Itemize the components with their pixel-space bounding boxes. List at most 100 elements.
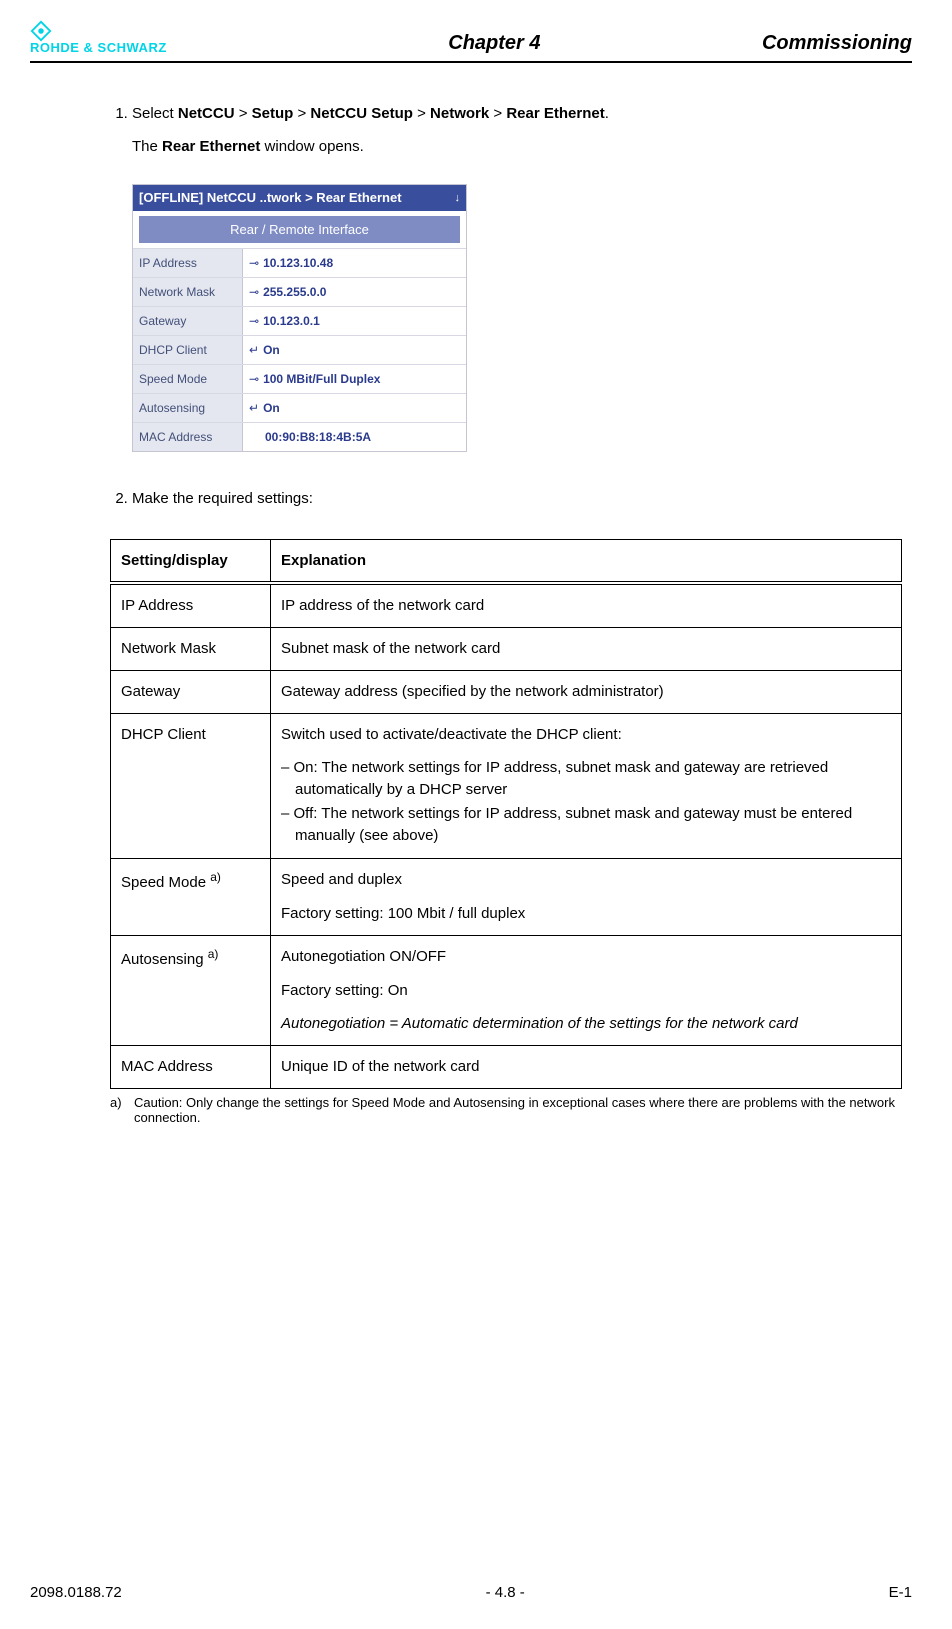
- screenshot-panel: [OFFLINE] NetCCU ..twork > Rear Ethernet…: [132, 184, 467, 452]
- dropdown-icon: ↓: [455, 190, 461, 207]
- link-icon: ⊸: [249, 372, 259, 386]
- nav-path-part: Setup: [252, 105, 294, 122]
- table-row: Speed Mode a) Speed and duplex Factory s…: [111, 859, 902, 936]
- para: Factory setting: On: [281, 980, 891, 1002]
- para-italic: Autonegotiation = Automatic determinatio…: [281, 1013, 891, 1035]
- field-label: DHCP Client: [133, 336, 243, 364]
- step-list: Select NetCCU > Setup > NetCCU Setup > N…: [110, 103, 902, 511]
- para: Autonegotiation ON/OFF: [281, 946, 891, 968]
- field-value: ↵ On: [243, 394, 466, 422]
- cell-explanation: Gateway address (specified by the networ…: [271, 670, 902, 713]
- footnote-ref: a): [210, 870, 221, 884]
- page-footer: 2098.0188.72 - 4.8 - E-1: [30, 1584, 912, 1601]
- nav-path-part: Rear Ethernet: [506, 105, 604, 122]
- field-row-dhcp: DHCP Client ↵On: [133, 335, 466, 364]
- field-label: Speed Mode: [133, 365, 243, 393]
- table-row: DHCP Client Switch used to activate/deac…: [111, 713, 902, 859]
- table-header-row: Setting/display Explanation: [111, 539, 902, 582]
- footnote-label: a): [110, 1095, 134, 1125]
- table-row: MAC Address Unique ID of the network car…: [111, 1046, 902, 1089]
- text: >: [235, 105, 252, 122]
- field-value: ⊸ 100 MBit/Full Duplex: [243, 365, 466, 393]
- link-icon: ⊸: [249, 314, 259, 328]
- logo: ROHDE & SCHWARZ: [30, 20, 167, 55]
- field-row-mask: Network Mask ⊸ 255.255.0.0: [133, 277, 466, 306]
- table-row: Network Mask Subnet mask of the network …: [111, 628, 902, 671]
- cell-setting: Gateway: [111, 670, 271, 713]
- field-row-autosensing: Autosensing ↵ On: [133, 393, 466, 422]
- cell-setting: DHCP Client: [111, 713, 271, 859]
- para: Switch used to activate/deactivate the D…: [281, 724, 891, 746]
- field-label: Network Mask: [133, 278, 243, 306]
- content: Select NetCCU > Setup > NetCCU Setup > N…: [30, 103, 912, 1125]
- field-row-ip: IP Address ⊸10.123.10.48: [133, 248, 466, 277]
- field-row-mac: MAC Address 00:90:B8:18:4B:5A: [133, 422, 466, 451]
- table-row: Autosensing a) Autonegotiation ON/OFF Fa…: [111, 935, 902, 1045]
- text: >: [489, 105, 506, 122]
- nav-path-part: NetCCU Setup: [310, 105, 413, 122]
- cell-setting: Network Mask: [111, 628, 271, 671]
- cell-explanation: Subnet mask of the network card: [271, 628, 902, 671]
- field-value: ⊸10.123.10.48: [243, 249, 466, 277]
- cell-setting: Autosensing a): [111, 935, 271, 1045]
- text: Speed Mode: [121, 874, 210, 891]
- text: >: [413, 105, 430, 122]
- window-titlebar: [OFFLINE] NetCCU ..twork > Rear Ethernet…: [133, 185, 466, 211]
- text: Autosensing: [121, 951, 208, 968]
- nav-path-part: Network: [430, 105, 489, 122]
- nav-path-part: NetCCU: [178, 105, 235, 122]
- step-1-sub: The Rear Ethernet window opens.: [132, 136, 902, 159]
- value-text: 100 MBit/Full Duplex: [263, 372, 380, 386]
- cell-explanation: Switch used to activate/deactivate the D…: [271, 713, 902, 859]
- value-text: 10.123.10.48: [263, 256, 333, 270]
- field-label: Autosensing: [133, 394, 243, 422]
- footer-center: - 4.8 -: [486, 1584, 525, 1601]
- text: The: [132, 138, 162, 155]
- footer-left: 2098.0188.72: [30, 1584, 122, 1601]
- text: >: [293, 105, 310, 122]
- cell-setting: MAC Address: [111, 1046, 271, 1089]
- window-name: Rear Ethernet: [162, 138, 260, 155]
- footer-right: E-1: [889, 1584, 912, 1601]
- option-list: On: The network settings for IP address,…: [281, 757, 891, 846]
- header-rule: [30, 61, 912, 63]
- field-value: ↵On: [243, 336, 466, 364]
- footnote: a) Caution: Only change the settings for…: [110, 1095, 902, 1125]
- step-2: Make the required settings:: [132, 488, 902, 511]
- field-label: IP Address: [133, 249, 243, 277]
- text: window opens.: [260, 138, 363, 155]
- enter-icon: ↵: [249, 401, 259, 415]
- value-text: On: [263, 401, 280, 415]
- cell-setting: IP Address: [111, 585, 271, 628]
- value-text: 255.255.0.0: [263, 285, 326, 299]
- field-row-speed: Speed Mode ⊸ 100 MBit/Full Duplex: [133, 364, 466, 393]
- text: Select: [132, 105, 178, 122]
- para: Factory setting: 100 Mbit / full duplex: [281, 903, 891, 925]
- logo-icon: [30, 20, 52, 42]
- col-explanation: Explanation: [271, 539, 902, 582]
- field-label: MAC Address: [133, 423, 243, 451]
- field-row-gateway: Gateway ⊸ 10.123.0.1: [133, 306, 466, 335]
- cell-explanation: Unique ID of the network card: [271, 1046, 902, 1089]
- cell-setting: Speed Mode a): [111, 859, 271, 936]
- field-value: ⊸ 10.123.0.1: [243, 307, 466, 335]
- field-label: Gateway: [133, 307, 243, 335]
- field-value: 00:90:B8:18:4B:5A: [243, 423, 466, 451]
- value-text: 10.123.0.1: [263, 314, 320, 328]
- col-setting: Setting/display: [111, 539, 271, 582]
- cell-explanation: Speed and duplex Factory setting: 100 Mb…: [271, 859, 902, 936]
- table-row: Gateway Gateway address (specified by th…: [111, 670, 902, 713]
- logo-text: ROHDE & SCHWARZ: [30, 40, 167, 55]
- step-1: Select NetCCU > Setup > NetCCU Setup > N…: [132, 103, 902, 452]
- page-header: ROHDE & SCHWARZ Chapter 4 Commissioning: [30, 20, 912, 59]
- section-title: Commissioning: [762, 32, 912, 55]
- window-title: [OFFLINE] NetCCU ..twork > Rear Ethernet: [139, 188, 402, 208]
- settings-table: Setting/display Explanation IP Address I…: [110, 539, 902, 1089]
- cell-explanation: Autonegotiation ON/OFF Factory setting: …: [271, 935, 902, 1045]
- table-row: IP Address IP address of the network car…: [111, 585, 902, 628]
- list-item: On: The network settings for IP address,…: [295, 757, 891, 801]
- chapter-label: Chapter 4: [227, 32, 762, 55]
- panel-heading: Rear / Remote Interface: [139, 215, 460, 245]
- list-item: Off: The network settings for IP address…: [295, 803, 891, 847]
- link-icon: ⊸: [249, 285, 259, 299]
